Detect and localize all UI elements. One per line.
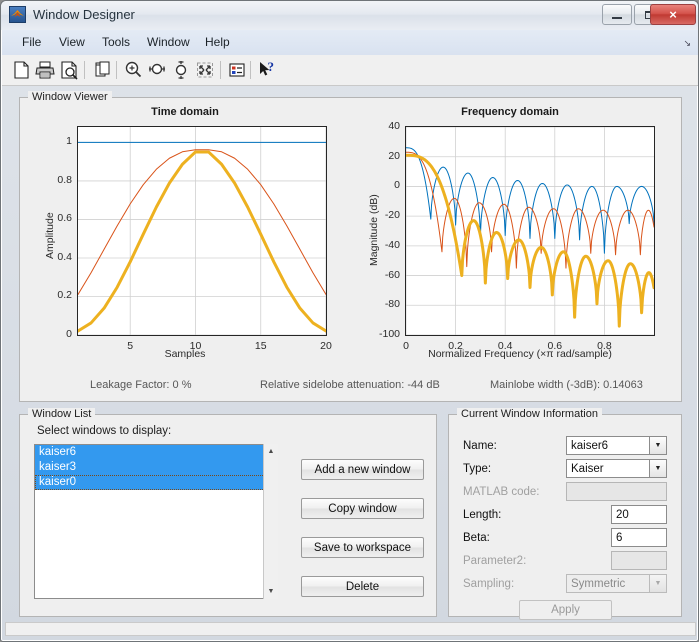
menu-item-file[interactable]: File xyxy=(16,34,47,51)
length-label: Length: xyxy=(463,509,501,521)
time-y-tick: 0.2 xyxy=(30,289,72,301)
sampling-label: Sampling: xyxy=(463,578,514,590)
leakage-factor-status: Leakage Factor: 0 % xyxy=(90,379,192,391)
toolbar-separator xyxy=(220,61,221,79)
help-pointer-icon[interactable]: ? xyxy=(256,59,278,81)
sampling-combobox: Symmetric ▼ xyxy=(566,574,667,593)
select-windows-label: Select windows to display: xyxy=(37,425,171,437)
freq-y-tick: -60 xyxy=(350,269,400,281)
toolbar: ? xyxy=(2,55,699,86)
print-icon[interactable] xyxy=(34,59,56,81)
menu-item-help[interactable]: Help xyxy=(199,34,236,51)
copy-window-button[interactable]: Copy window xyxy=(301,498,424,519)
new-document-icon[interactable] xyxy=(10,59,32,81)
toolbar-separator xyxy=(116,61,117,79)
copy-figure-icon[interactable] xyxy=(92,59,114,81)
zoom-in-icon[interactable] xyxy=(122,59,144,81)
matlab-code-label: MATLAB code: xyxy=(463,486,540,498)
list-item[interactable]: kaiser3 xyxy=(35,460,277,475)
save-to-workspace-button[interactable]: Save to workspace xyxy=(301,537,424,558)
menu-overflow-icon[interactable]: ↘ xyxy=(683,38,691,49)
legend-icon[interactable] xyxy=(226,59,248,81)
window-list-panel: Window List Select windows to display: k… xyxy=(19,414,437,617)
scroll-down-icon[interactable]: ▼ xyxy=(264,584,278,599)
type-label: Type: xyxy=(463,463,491,475)
window-list-title: Window List xyxy=(28,408,95,421)
frequency-domain-ylabel: Magnitude (dB) xyxy=(368,194,380,266)
svg-text:?: ? xyxy=(268,59,275,74)
sidelobe-attenuation-status: Relative sidelobe attenuation: -44 dB xyxy=(260,379,440,391)
apply-button[interactable]: Apply xyxy=(519,600,612,620)
parameter2-label: Parameter2: xyxy=(463,555,526,567)
zoom-y-icon[interactable] xyxy=(170,59,192,81)
menu-item-view[interactable]: View xyxy=(53,34,91,51)
current-window-info-title: Current Window Information xyxy=(457,408,602,421)
freq-y-tick: 0 xyxy=(350,179,400,191)
frequency-domain-xlabel: Normalized Frequency (×π rad/sample) xyxy=(375,348,665,360)
frequency-domain-axes[interactable] xyxy=(405,126,655,336)
current-window-info-panel: Current Window Information Name: kaiser6… xyxy=(448,414,682,617)
frequency-domain-plot-title: Frequency domain xyxy=(350,106,670,118)
window-viewer-title: Window Viewer xyxy=(28,91,112,104)
status-bar xyxy=(5,622,696,636)
time-y-tick: 1 xyxy=(30,135,72,147)
minimize-icon xyxy=(603,5,631,24)
matlab-icon xyxy=(9,6,26,23)
window-designer-window: Window Designer × File View Tools Window… xyxy=(0,0,699,642)
time-y-tick: 0 xyxy=(30,328,72,340)
freq-y-tick: 20 xyxy=(350,150,400,162)
close-button[interactable]: × xyxy=(650,4,696,25)
close-icon: × xyxy=(651,5,695,24)
length-input[interactable]: 20 xyxy=(611,505,667,524)
type-combobox[interactable]: Kaiser ▼ xyxy=(566,459,667,478)
name-combobox[interactable]: kaiser6 ▼ xyxy=(566,436,667,455)
time-domain-ylabel: Amplitude xyxy=(44,212,56,259)
title-bar: Window Designer × xyxy=(1,1,699,30)
time-y-tick: 0.8 xyxy=(30,174,72,186)
window-listbox[interactable]: kaiser6 kaiser3 kaiser0 xyxy=(34,444,278,599)
name-value: kaiser6 xyxy=(571,440,608,452)
type-value: Kaiser xyxy=(571,463,604,475)
menu-item-window[interactable]: Window xyxy=(141,34,196,51)
add-new-window-button[interactable]: Add a new window xyxy=(301,459,424,480)
minimize-button[interactable] xyxy=(602,4,632,25)
full-view-icon[interactable] xyxy=(194,59,216,81)
list-item[interactable]: kaiser0 xyxy=(35,475,277,490)
window-title: Window Designer xyxy=(33,6,135,24)
freq-y-tick: 40 xyxy=(350,120,400,132)
time-domain-plot: Time domain 0 0.2 0.4 0.6 0.8 1 5 10 15 … xyxy=(30,106,340,371)
toolbar-separator xyxy=(250,61,251,79)
chevron-down-icon: ▼ xyxy=(649,575,666,592)
frequency-domain-plot: Frequency domain -100 -80 -60 -40 -20 0 … xyxy=(350,106,670,371)
beta-input[interactable]: 6 xyxy=(611,528,667,547)
name-label: Name: xyxy=(463,440,497,452)
listbox-scrollbar[interactable]: ▲ ▼ xyxy=(263,444,278,599)
scroll-up-icon[interactable]: ▲ xyxy=(264,444,278,459)
parameter2-input xyxy=(611,551,667,570)
sampling-value: Symmetric xyxy=(571,578,625,590)
print-preview-icon[interactable] xyxy=(58,59,80,81)
matlab-code-field xyxy=(566,482,667,501)
menu-item-tools[interactable]: Tools xyxy=(96,34,136,51)
beta-label: Beta: xyxy=(463,532,490,544)
window-viewer-panel: Window Viewer Time domain 0 0.2 0.4 0.6 … xyxy=(19,97,682,402)
freq-y-tick: -100 xyxy=(350,328,400,340)
list-item[interactable]: kaiser6 xyxy=(35,445,277,460)
mainlobe-width-status: Mainlobe width (-3dB): 0.14063 xyxy=(490,379,643,391)
delete-button[interactable]: Delete xyxy=(301,576,424,597)
time-domain-plot-title: Time domain xyxy=(30,106,340,118)
chevron-down-icon[interactable]: ▼ xyxy=(649,460,666,477)
zoom-x-icon[interactable] xyxy=(146,59,168,81)
toolbar-separator xyxy=(84,61,85,79)
chevron-down-icon[interactable]: ▼ xyxy=(649,437,666,454)
time-domain-axes[interactable] xyxy=(77,126,327,336)
menu-bar: File View Tools Window Help ↘ xyxy=(2,30,699,56)
time-domain-xlabel: Samples xyxy=(30,348,340,360)
freq-y-tick: -80 xyxy=(350,298,400,310)
